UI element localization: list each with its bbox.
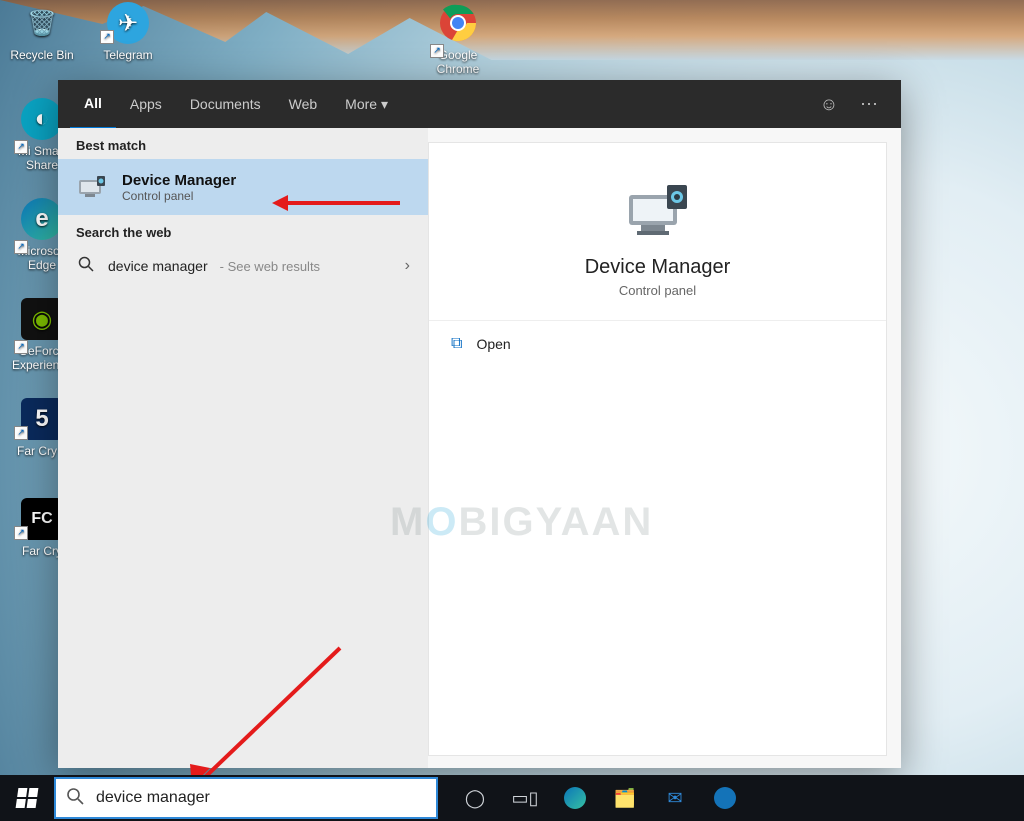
feedback-icon[interactable]: ☺	[809, 94, 849, 115]
shortcut-badge-icon: ↗	[14, 240, 28, 254]
taskbar-search-box[interactable]	[54, 777, 438, 819]
best-match-title: Device Manager	[122, 172, 236, 189]
detail-subtitle: Control panel	[429, 283, 886, 298]
app-icon: ◉	[21, 298, 63, 340]
edge-icon	[564, 787, 586, 809]
windows-logo-icon	[16, 788, 39, 808]
desktop-icon-label: Telegram	[90, 48, 166, 62]
recycle-bin-icon: 🗑️	[21, 2, 63, 44]
taskbar: ◯ ▭▯ 🗂️ ✉	[0, 775, 1024, 821]
device-manager-icon	[623, 179, 693, 242]
start-button[interactable]	[0, 775, 54, 821]
taskbar-mail[interactable]: ✉	[652, 775, 698, 821]
circle-icon: ◯	[465, 788, 485, 809]
tab-documents[interactable]: Documents	[176, 80, 275, 128]
search-input[interactable]	[94, 788, 426, 808]
taskbar-explorer[interactable]: 🗂️	[602, 775, 648, 821]
best-match-result[interactable]: Device Manager Control panel	[58, 159, 428, 215]
mail-icon: ✉	[667, 788, 682, 809]
desktop-icon-chrome[interactable]: ↗ Google Chrome	[420, 2, 496, 76]
web-result-query: device manager	[108, 258, 208, 274]
section-search-web: Search the web	[58, 215, 428, 246]
app-icon	[714, 787, 736, 809]
task-view-icon: ▭▯	[512, 788, 539, 809]
shortcut-badge-icon: ↗	[100, 30, 114, 44]
device-manager-icon	[76, 171, 108, 203]
taskbar-cortana[interactable]: ◯	[452, 775, 498, 821]
folder-icon: 🗂️	[614, 788, 636, 809]
app-icon: ◐	[21, 98, 63, 140]
tab-more[interactable]: More ▾	[331, 80, 402, 128]
detail-hero: Device Manager Control panel	[429, 143, 886, 321]
shortcut-badge-icon: ↗	[14, 426, 28, 440]
section-best-match: Best match	[58, 128, 428, 159]
shortcut-badge-icon: ↗	[14, 526, 28, 540]
chevron-down-icon: ▾	[381, 96, 388, 113]
search-scope-tabs: All Apps Documents Web More ▾ ☺ ⋯	[58, 80, 901, 128]
shortcut-badge-icon: ↗	[430, 44, 444, 58]
action-open[interactable]: ⧉ Open	[429, 321, 886, 367]
desktop-icon-label: Recycle Bin	[4, 48, 80, 62]
search-icon	[66, 787, 84, 810]
chevron-right-icon: ›	[405, 257, 410, 275]
detail-title: Device Manager	[429, 256, 886, 279]
tab-web[interactable]: Web	[275, 80, 332, 128]
taskbar-task-view[interactable]: ▭▯	[502, 775, 548, 821]
more-options-icon[interactable]: ⋯	[849, 94, 889, 115]
web-result-hint: - See web results	[220, 259, 320, 274]
tab-all[interactable]: All	[70, 79, 116, 130]
web-result-row[interactable]: device manager - See web results ›	[58, 246, 428, 286]
tab-more-label: More	[345, 96, 377, 112]
start-search-flyout: All Apps Documents Web More ▾ ☺ ⋯ Best m…	[58, 80, 901, 768]
shortcut-badge-icon: ↗	[14, 340, 28, 354]
shortcut-badge-icon: ↗	[14, 140, 28, 154]
search-icon	[76, 256, 96, 276]
desktop: 🗑️ Recycle Bin ✈ ↗ Telegram ↗ Google Chr…	[0, 0, 1024, 821]
best-match-subtitle: Control panel	[122, 189, 236, 203]
tab-apps[interactable]: Apps	[116, 80, 176, 128]
edge-icon: e	[21, 198, 63, 240]
action-open-label: Open	[476, 336, 510, 352]
result-detail-pane: Device Manager Control panel ⧉ Open	[428, 128, 901, 768]
taskbar-app[interactable]	[702, 775, 748, 821]
open-icon: ⧉	[451, 335, 462, 353]
chrome-icon	[437, 2, 479, 44]
taskbar-edge[interactable]	[552, 775, 598, 821]
desktop-icon-telegram[interactable]: ✈ ↗ Telegram	[90, 2, 166, 62]
desktop-icon-recycle-bin[interactable]: 🗑️ Recycle Bin	[4, 2, 80, 62]
results-list: Best match Device Manager Control panel …	[58, 128, 428, 768]
